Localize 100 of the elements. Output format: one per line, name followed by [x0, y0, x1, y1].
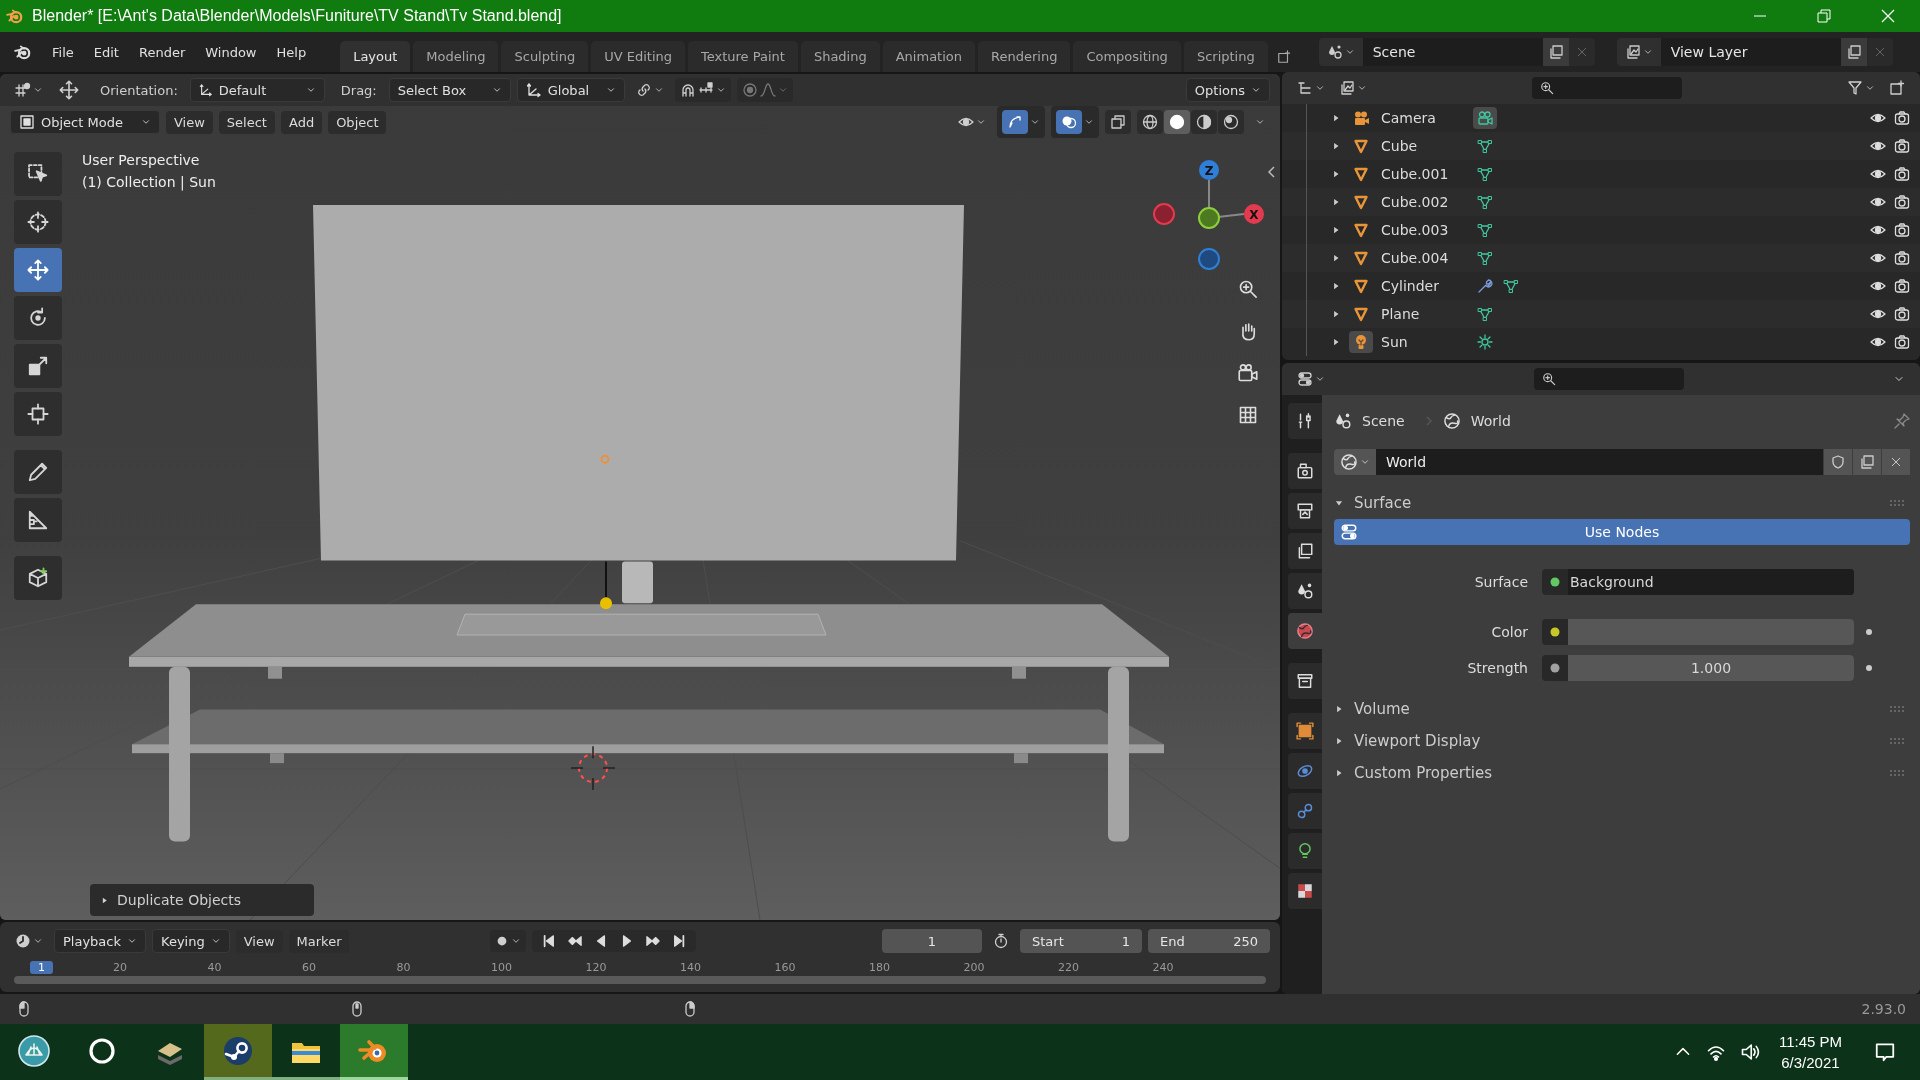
breadcrumb-item[interactable]: Scene [1362, 413, 1405, 429]
expand-arrow-icon[interactable] [1331, 253, 1341, 263]
new-collection-icon[interactable] [1889, 80, 1905, 96]
properties-tab[interactable] [1288, 663, 1322, 699]
mesh-icon[interactable] [1477, 222, 1493, 238]
tool-button[interactable] [14, 152, 62, 196]
caret-icon[interactable] [976, 117, 986, 127]
options-dropdown[interactable]: Options [1185, 78, 1270, 102]
tool-button[interactable] [14, 556, 62, 600]
globe-icon[interactable] [1340, 453, 1358, 471]
camera-icon[interactable] [1894, 222, 1910, 238]
panel-header[interactable]: Custom Properties [1354, 764, 1493, 782]
end-frame-field[interactable]: End 250 [1148, 929, 1270, 953]
copy-icon[interactable] [1547, 44, 1564, 60]
caret-icon[interactable] [1084, 117, 1094, 127]
breadcrumb-item[interactable]: World [1470, 413, 1511, 429]
clock-time[interactable]: 11:45 PM [1778, 1033, 1842, 1050]
blender-logo-icon[interactable] [14, 43, 32, 61]
shading-button[interactable] [1191, 110, 1217, 134]
images-icon[interactable] [1624, 44, 1641, 60]
editor-type-icon[interactable] [15, 933, 31, 949]
pivot-icon[interactable] [15, 82, 31, 98]
expand-arrow-icon[interactable] [1331, 309, 1341, 319]
camera-icon[interactable] [1894, 306, 1910, 322]
caret-icon[interactable] [1360, 457, 1370, 467]
tool-button[interactable] [14, 450, 62, 494]
outliner-item[interactable]: Cube.001 [1381, 166, 1465, 182]
shading-button[interactable] [1218, 110, 1244, 134]
strength-field[interactable]: 1.000 [1568, 655, 1854, 681]
transform-orientation-dropdown[interactable]: Global [516, 78, 625, 102]
outliner-item[interactable]: Cube.004 [1381, 250, 1465, 266]
menu-item[interactable]: Window [195, 40, 267, 64]
panel-header[interactable]: Surface [1354, 494, 1412, 512]
drag-handle-icon[interactable] [1890, 499, 1904, 507]
tool-button[interactable] [14, 344, 62, 388]
properties-tab[interactable] [1288, 753, 1322, 789]
collapse-arrow-icon[interactable] [1334, 498, 1344, 508]
workspace-tab[interactable]: Layout [340, 41, 411, 72]
tool-button[interactable] [14, 200, 62, 244]
drag-handle-icon[interactable] [1890, 737, 1904, 745]
zoom-icon[interactable] [1238, 279, 1258, 299]
previous-keyframe-icon[interactable] [568, 934, 583, 948]
socket-dot[interactable] [1550, 627, 1560, 637]
camera-icon[interactable] [1894, 278, 1910, 294]
caret-icon[interactable] [33, 85, 43, 95]
socket-dot[interactable] [1550, 663, 1560, 673]
close-icon[interactable] [1575, 46, 1588, 58]
axis-handle[interactable]: Z [1199, 160, 1219, 180]
link-icon[interactable] [635, 82, 652, 98]
expand-arrow-icon[interactable] [1334, 704, 1344, 714]
shading-button[interactable] [1137, 110, 1163, 134]
tv-stand-drawing[interactable] [129, 604, 1169, 842]
images-icon[interactable] [1339, 80, 1355, 96]
outliner-item[interactable]: Cylinder [1381, 278, 1465, 294]
timeline-dropdown[interactable]: Keying [152, 929, 230, 953]
jump-end-icon[interactable] [672, 934, 687, 948]
caret-icon[interactable] [511, 936, 522, 946]
expand-arrow-icon[interactable] [1331, 169, 1341, 179]
menu-item[interactable]: Help [266, 40, 317, 64]
copy-icon[interactable] [1859, 454, 1875, 470]
properties-tab[interactable] [1288, 403, 1322, 439]
workspace-tab[interactable]: UV Editing [591, 41, 685, 72]
properties-tab[interactable] [1288, 453, 1322, 489]
outliner-item[interactable]: Plane [1381, 306, 1465, 322]
viewport-menu[interactable]: View [166, 110, 213, 134]
expand-arrow-icon[interactable] [1331, 113, 1341, 123]
outliner-item[interactable]: Sun [1381, 334, 1465, 350]
mesh-icon[interactable] [1503, 278, 1519, 294]
workspace-tab[interactable]: Rendering [978, 41, 1071, 72]
expand-arrow-icon[interactable] [1331, 141, 1341, 151]
next-keyframe-icon[interactable] [646, 934, 661, 948]
grid-icon[interactable] [1238, 405, 1258, 425]
proportional-edit-icon[interactable] [741, 82, 758, 98]
caret-icon[interactable] [1255, 117, 1265, 127]
caret-icon[interactable] [715, 85, 726, 95]
pin-icon[interactable] [1894, 413, 1910, 429]
drag-handle-icon[interactable] [1890, 769, 1904, 777]
shading-button[interactable] [1164, 110, 1190, 134]
search-field[interactable] [1534, 368, 1684, 390]
panel-header[interactable]: Viewport Display [1354, 732, 1481, 750]
properties-tab[interactable] [1288, 533, 1322, 569]
outliner-item[interactable]: Cube.003 [1381, 222, 1465, 238]
caret-icon[interactable] [1344, 47, 1355, 57]
color-swatch[interactable] [1568, 619, 1854, 645]
light-origin-marker[interactable] [600, 560, 612, 610]
properties-tab[interactable] [1288, 573, 1322, 609]
workspace-tab[interactable]: Compositing [1073, 41, 1181, 72]
properties-tab[interactable] [1288, 793, 1322, 829]
axis-handle[interactable]: X [1244, 204, 1264, 224]
caret-icon[interactable] [1030, 117, 1040, 127]
copy-icon[interactable] [1845, 44, 1862, 60]
chevron-icon[interactable] [1267, 166, 1277, 178]
clock-date[interactable]: 6/3/2021 [1781, 1054, 1840, 1071]
shield-icon[interactable] [1830, 454, 1846, 470]
magnet-icon[interactable] [679, 82, 696, 98]
add-icon[interactable] [1276, 49, 1291, 64]
properties-tab[interactable] [1288, 873, 1322, 909]
gizmo-toggle[interactable] [1002, 110, 1028, 134]
camera-icon[interactable] [1894, 138, 1910, 154]
playhead[interactable]: 1 [30, 960, 53, 974]
